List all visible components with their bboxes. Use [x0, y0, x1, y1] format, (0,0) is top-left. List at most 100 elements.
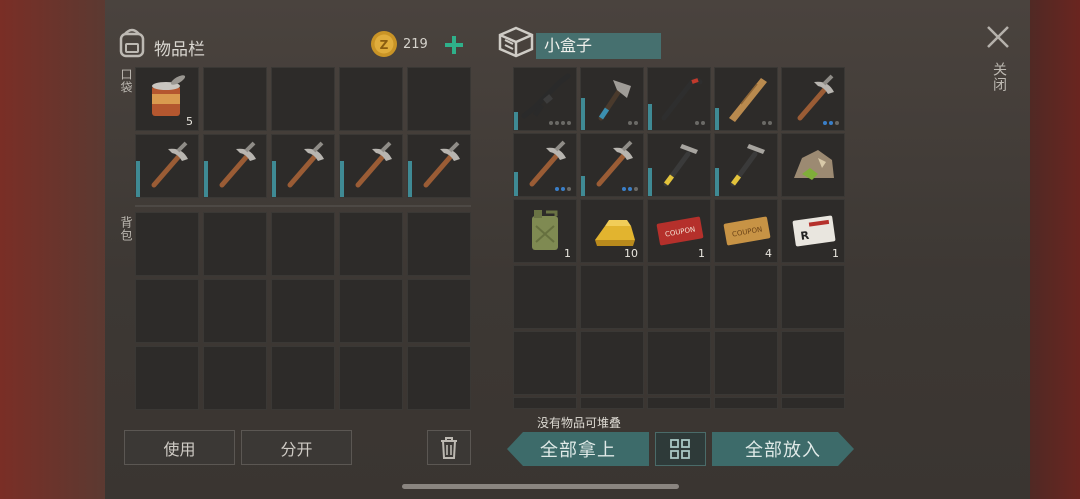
quality-dots: [549, 121, 571, 125]
hatchet-icon: [587, 72, 639, 124]
discard-button[interactable]: [427, 430, 471, 465]
backpack-label: 背包: [119, 216, 133, 242]
container-slot[interactable]: COUPON 1: [647, 199, 711, 263]
background-left: [0, 0, 110, 499]
backpack-slot[interactable]: [135, 346, 199, 410]
durability-bar: [648, 168, 652, 196]
pickaxe-icon: [142, 139, 194, 191]
backpack-slot[interactable]: [407, 212, 471, 276]
pocket-slot[interactable]: [203, 67, 267, 131]
backpack-slot[interactable]: [271, 279, 335, 343]
no-stack-message: 没有物品可堆叠: [537, 416, 622, 430]
container-slot[interactable]: [580, 265, 644, 329]
container-slot[interactable]: [647, 133, 711, 197]
container-slot[interactable]: [647, 397, 711, 409]
item-count: 10: [624, 247, 638, 260]
take-all-button[interactable]: 全部拿上: [507, 432, 649, 466]
split-button-label: 分开: [280, 439, 313, 459]
durability-bar: [514, 172, 518, 196]
durability-bar: [648, 104, 652, 130]
split-button[interactable]: 分开: [241, 430, 352, 465]
item-count: 1: [564, 247, 571, 260]
durability-bar: [340, 161, 344, 197]
pocket-slot[interactable]: [339, 67, 403, 131]
hammer-icon: [721, 138, 773, 190]
backpack-slot[interactable]: [135, 279, 199, 343]
container-slot[interactable]: [781, 397, 845, 409]
backpack-slot[interactable]: [135, 212, 199, 276]
container-slot[interactable]: [647, 265, 711, 329]
pocket-slot[interactable]: [271, 134, 335, 198]
container-slot[interactable]: [781, 265, 845, 329]
container-slot[interactable]: [580, 133, 644, 197]
backpack-slot[interactable]: [203, 346, 267, 410]
pocket-slot[interactable]: [407, 67, 471, 131]
pocket-slot[interactable]: [339, 134, 403, 198]
close-label: 关闭: [991, 62, 1007, 92]
backpack-slot[interactable]: [339, 346, 403, 410]
add-coins-button[interactable]: [444, 35, 464, 55]
container-slot[interactable]: [513, 265, 577, 329]
container-slot[interactable]: [714, 67, 778, 131]
durability-bar: [715, 108, 719, 130]
container-slot[interactable]: [580, 331, 644, 395]
pocket-slot[interactable]: 5: [135, 67, 199, 131]
container-slot[interactable]: [580, 397, 644, 409]
put-all-button[interactable]: 全部放入: [712, 432, 854, 466]
backpack-icon: [119, 28, 145, 58]
container-slot[interactable]: [647, 67, 711, 131]
container-slot[interactable]: [781, 67, 845, 131]
durability-bar: [581, 176, 585, 196]
container-slot[interactable]: [513, 331, 577, 395]
pickaxe-icon: [278, 139, 330, 191]
durability-bar: [581, 98, 585, 130]
container-slot[interactable]: COUPON 4: [714, 199, 778, 263]
container-slot[interactable]: [714, 265, 778, 329]
quality-dots: [555, 187, 571, 191]
container-name-field[interactable]: 小盒子: [536, 33, 661, 59]
backpack-slot[interactable]: [271, 346, 335, 410]
pickaxe-icon: [346, 139, 398, 191]
home-indicator: [402, 484, 679, 489]
container-slot[interactable]: 1: [513, 199, 577, 263]
close-button[interactable]: 关闭: [984, 22, 1012, 102]
container-slot[interactable]: [781, 133, 845, 197]
backpack-slot[interactable]: [407, 279, 471, 343]
container-slot[interactable]: [513, 67, 577, 131]
ore-rock-icon: [788, 138, 840, 190]
backpack-slot[interactable]: [203, 279, 267, 343]
container-slot[interactable]: [513, 133, 577, 197]
backpack-slot[interactable]: [203, 212, 267, 276]
crowbar-icon: [654, 72, 706, 124]
container-slot[interactable]: [714, 397, 778, 409]
pocket-slot[interactable]: [271, 67, 335, 131]
container-slot[interactable]: [714, 133, 778, 197]
container-name: 小盒子: [544, 36, 593, 55]
sort-button[interactable]: [655, 432, 706, 466]
svg-text:Z: Z: [380, 38, 389, 52]
durability-bar: [408, 161, 412, 197]
pickaxe-icon: [520, 138, 572, 190]
quality-dots: [622, 187, 638, 191]
backpack-slot[interactable]: [407, 346, 471, 410]
container-slot[interactable]: 10: [580, 199, 644, 263]
use-button-label: 使用: [163, 439, 196, 459]
rifle-icon: [520, 72, 572, 124]
durability-bar: [204, 161, 208, 197]
backpack-slot[interactable]: [271, 212, 335, 276]
use-button[interactable]: 使用: [124, 430, 235, 465]
backpack-slot[interactable]: [339, 212, 403, 276]
container-slot[interactable]: [781, 331, 845, 395]
pocket-slot[interactable]: [203, 134, 267, 198]
pickaxe-icon: [788, 72, 840, 124]
pocket-slot[interactable]: [135, 134, 199, 198]
container-slot[interactable]: [714, 331, 778, 395]
section-divider: [135, 205, 471, 207]
trash-icon: [441, 436, 457, 459]
container-slot[interactable]: [513, 397, 577, 409]
container-slot[interactable]: [647, 331, 711, 395]
container-slot[interactable]: R1: [781, 199, 845, 263]
backpack-slot[interactable]: [339, 279, 403, 343]
container-slot[interactable]: [580, 67, 644, 131]
pocket-slot[interactable]: [407, 134, 471, 198]
